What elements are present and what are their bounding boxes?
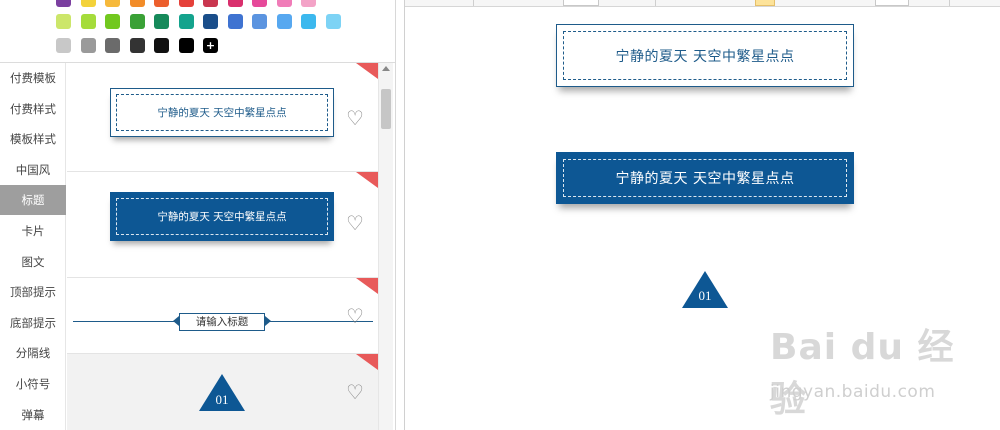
color-swatch[interactable] (301, 14, 316, 29)
template-item-number-triangle[interactable]: 01 ♡ (67, 354, 378, 430)
favorite-heart-icon[interactable]: ♡ (344, 107, 366, 129)
template-corner-tag (356, 354, 378, 370)
category-item[interactable]: 卡片 (0, 216, 66, 246)
canvas-outline-title[interactable]: 宁静的夏天 天空中繁星点点 (556, 24, 854, 87)
color-swatch[interactable] (154, 0, 169, 7)
color-swatch[interactable] (276, 14, 292, 29)
toolbar-separator (473, 0, 474, 6)
color-swatch[interactable] (80, 14, 96, 29)
template-item-filled-title[interactable]: 宁静的夏天 天空中繁星点点 ♡ (67, 172, 378, 278)
color-swatch[interactable] (80, 0, 96, 7)
color-swatch[interactable] (129, 14, 145, 29)
color-swatch[interactable] (325, 14, 341, 29)
category-item[interactable]: 中国风 (0, 155, 66, 185)
canvas-filled-title[interactable]: 宁静的夏天 天空中繁星点点 (556, 152, 854, 204)
toolbar-control[interactable] (875, 0, 909, 6)
color-swatch[interactable] (56, 0, 71, 7)
color-swatch[interactable] (227, 14, 243, 29)
favorite-heart-icon[interactable]: ♡ (344, 305, 366, 327)
toolbar (405, 0, 1000, 7)
style-panel: + 付费模板 付费样式 模板样式 中国风 标题 卡片 图文 顶部提示 底部提示 分隔线 小符号 弹幕 … (0, 0, 396, 430)
template-list: 宁静的夏天 天空中繁星点点 ♡ 宁静的夏天 天空中繁星点点 ♡ 请输入标题 ♡ (67, 63, 378, 430)
scroll-up-arrow-icon[interactable] (382, 66, 390, 71)
toolbar-separator (949, 0, 950, 6)
color-swatch[interactable] (105, 38, 120, 53)
title-placeholder: 请输入标题 (179, 313, 265, 331)
color-palette: + (0, 0, 395, 62)
color-swatch[interactable] (129, 0, 145, 7)
category-item[interactable]: 分隔线 (0, 338, 66, 368)
triangle-number: 01 (215, 392, 229, 407)
template-corner-tag (356, 172, 378, 188)
category-item[interactable]: 标题 (0, 185, 66, 216)
canvas-triangle-number: 01 (698, 288, 712, 303)
editor-app: + 付费模板 付费样式 模板样式 中国风 标题 卡片 图文 顶部提示 底部提示 分隔线 小符号 弹幕 … (0, 0, 1000, 430)
color-swatch[interactable] (56, 14, 71, 29)
favorite-heart-icon[interactable]: ♡ (344, 212, 366, 234)
color-swatch[interactable] (154, 38, 169, 53)
color-swatch[interactable] (56, 38, 71, 53)
category-item[interactable]: 顶部提示 (0, 277, 66, 307)
color-swatch[interactable] (178, 38, 194, 53)
color-swatch[interactable] (301, 0, 316, 7)
scroll-thumb[interactable] (381, 89, 391, 129)
add-color-button[interactable]: + (203, 38, 218, 53)
color-swatch[interactable] (276, 0, 292, 7)
toolbar-control[interactable] (563, 0, 599, 6)
template-item-line-title[interactable]: 请输入标题 ♡ (67, 278, 378, 354)
outline-title-preview: 宁静的夏天 天空中繁星点点 (110, 88, 334, 137)
editor-canvas[interactable]: 宁静的夏天 天空中繁星点点 宁静的夏天 天空中繁星点点 01 (404, 0, 1000, 430)
color-swatch[interactable] (252, 0, 267, 7)
color-swatch[interactable] (227, 0, 243, 7)
category-item[interactable]: 底部提示 (0, 308, 66, 338)
category-item[interactable]: 付费模板 (0, 63, 66, 93)
title-text: 宁静的夏天 天空中繁星点点 (116, 94, 328, 131)
color-swatch[interactable] (80, 38, 96, 53)
template-corner-tag (356, 63, 378, 79)
color-swatch[interactable] (178, 14, 194, 29)
toolbar-separator (655, 0, 656, 6)
title-text: 宁静的夏天 天空中繁星点点 (563, 31, 847, 80)
line-cap-right (265, 316, 271, 326)
category-item[interactable]: 图文 (0, 247, 66, 277)
color-swatch[interactable] (252, 14, 267, 29)
category-item[interactable]: 模板样式 (0, 124, 66, 154)
color-swatch[interactable] (105, 14, 120, 29)
favorite-heart-icon[interactable]: ♡ (344, 381, 366, 403)
category-item[interactable]: 弹幕 (0, 400, 66, 430)
category-item[interactable]: 付费样式 (0, 94, 66, 124)
color-swatch[interactable] (203, 0, 218, 7)
category-list: 付费模板 付费样式 模板样式 中国风 标题 卡片 图文 顶部提示 底部提示 分隔线 小符号 弹幕 (0, 63, 66, 430)
toolbar-highlight-control[interactable] (755, 0, 775, 6)
title-text: 宁静的夏天 天空中繁星点点 (563, 159, 847, 197)
template-corner-tag (356, 278, 378, 294)
template-item-outline-title[interactable]: 宁静的夏天 天空中繁星点点 ♡ (67, 63, 378, 172)
filled-title-preview: 宁静的夏天 天空中繁星点点 (110, 192, 334, 241)
color-swatch[interactable] (178, 0, 194, 7)
color-swatch[interactable] (203, 14, 218, 29)
category-item[interactable]: 小符号 (0, 369, 66, 399)
title-text: 宁静的夏天 天空中繁星点点 (116, 198, 328, 235)
color-swatch[interactable] (129, 38, 145, 53)
color-swatch[interactable] (154, 14, 169, 29)
color-swatch[interactable] (105, 0, 120, 7)
vertical-scrollbar[interactable] (378, 63, 393, 430)
